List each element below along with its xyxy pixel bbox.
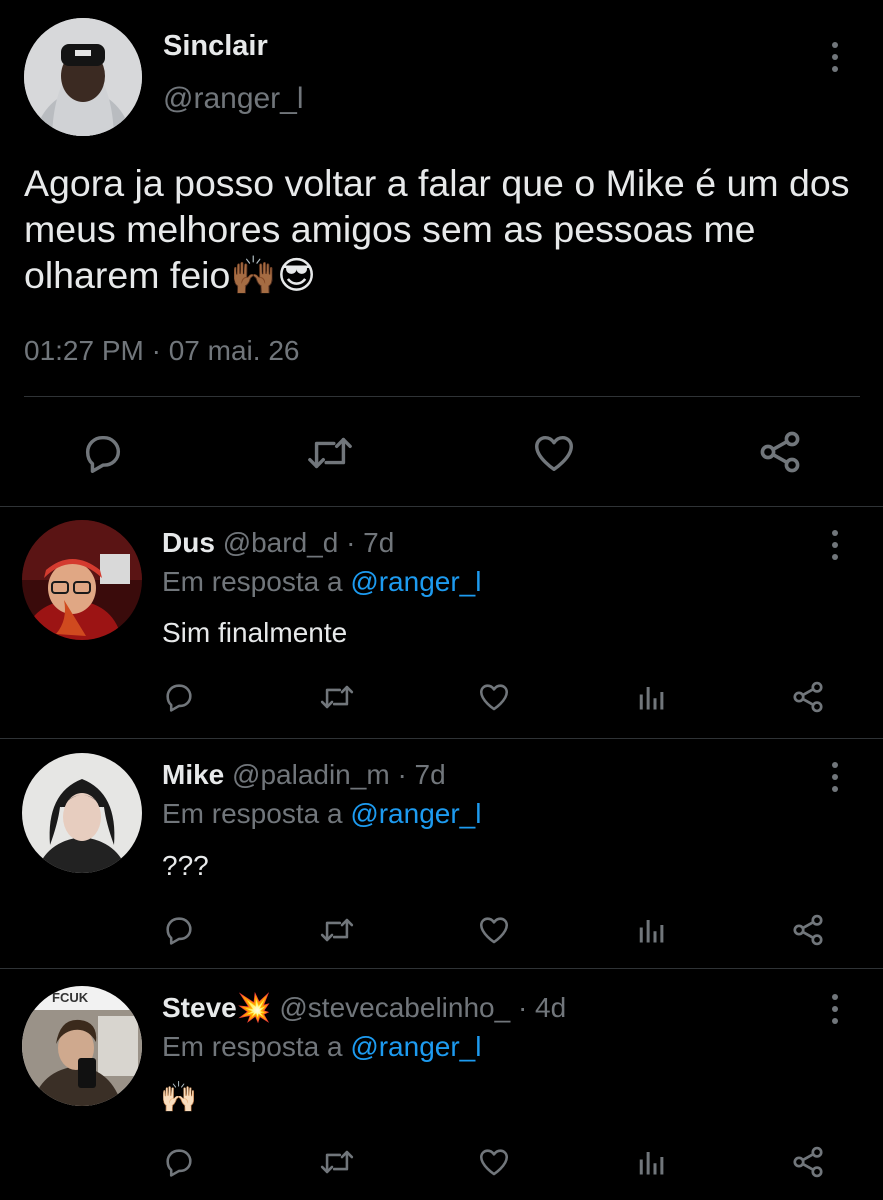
like-icon[interactable]	[476, 1145, 512, 1179]
avatar[interactable]	[24, 18, 142, 136]
reply-header: Steve💥 @stevecabelinho_ · 4d	[162, 991, 566, 1024]
like-icon[interactable]	[476, 913, 512, 947]
reply-icon[interactable]	[162, 680, 196, 714]
share-icon[interactable]	[790, 1144, 826, 1180]
analytics-icon[interactable]	[636, 682, 666, 712]
author-handle[interactable]: @bard_d	[223, 527, 339, 558]
avatar-caption: FCUK	[52, 990, 89, 1005]
share-icon[interactable]	[790, 679, 826, 715]
retweet-icon[interactable]	[305, 430, 355, 476]
author-handle[interactable]: @ranger_l	[163, 82, 304, 116]
more-options-icon[interactable]	[829, 42, 841, 72]
author-handle[interactable]: @stevecabelinho_	[279, 992, 510, 1023]
author-name[interactable]: Steve💥	[162, 992, 272, 1023]
reply-context: Em resposta a @ranger_l	[162, 798, 481, 830]
reply-text: ???	[162, 850, 209, 881]
share-icon[interactable]	[790, 912, 826, 948]
more-options-icon[interactable]	[829, 762, 841, 792]
reply-text: 🙌🏻	[160, 1081, 198, 1114]
like-icon[interactable]	[530, 430, 578, 476]
retweet-icon[interactable]	[318, 1145, 356, 1179]
reply-age[interactable]: · 4d	[518, 992, 566, 1023]
share-icon[interactable]	[756, 428, 804, 476]
more-options-icon[interactable]	[829, 994, 841, 1024]
reply-age[interactable]: · 7d	[346, 527, 394, 558]
reply-age[interactable]: · 7d	[397, 759, 445, 790]
tweet-text: Agora ja posso voltar a falar que o Mike…	[24, 162, 850, 296]
timestamp-divider	[24, 396, 860, 397]
author-name[interactable]: Sinclair	[163, 30, 268, 63]
divider	[0, 738, 883, 739]
reply-to-handle-link[interactable]: @ranger_l	[350, 798, 481, 829]
reply-header: Dus @bard_d · 7d	[162, 527, 394, 559]
author-name[interactable]: Dus	[162, 527, 215, 558]
analytics-icon[interactable]	[636, 915, 666, 945]
author-name[interactable]: Mike	[162, 759, 224, 790]
reply-context: Em resposta a @ranger_l	[162, 566, 481, 598]
reply-icon[interactable]	[162, 913, 196, 947]
avatar[interactable]	[22, 753, 142, 873]
retweet-icon[interactable]	[318, 680, 356, 714]
author-handle[interactable]: @paladin_m	[232, 759, 390, 790]
tweet-timestamp[interactable]: 01:27 PM · 07 mai. 26	[24, 335, 299, 367]
divider	[0, 968, 883, 969]
reply-to-label: Em resposta a	[162, 1031, 343, 1062]
reply-context: Em resposta a @ranger_l	[162, 1031, 481, 1063]
reply-icon[interactable]	[162, 1145, 196, 1179]
reply-header: Mike @paladin_m · 7d	[162, 759, 446, 791]
divider	[0, 506, 883, 507]
analytics-icon[interactable]	[636, 1147, 666, 1177]
reply-icon[interactable]	[80, 430, 126, 476]
avatar[interactable]	[22, 520, 142, 640]
reply-to-handle-link[interactable]: @ranger_l	[350, 1031, 481, 1062]
reply-to-label: Em resposta a	[162, 798, 343, 829]
avatar[interactable]: FCUK	[22, 986, 142, 1106]
reply-to-handle-link[interactable]: @ranger_l	[350, 566, 481, 597]
reply-to-label: Em resposta a	[162, 566, 343, 597]
retweet-icon[interactable]	[318, 913, 356, 947]
reply-text: Sim finalmente	[162, 617, 348, 648]
more-options-icon[interactable]	[829, 530, 841, 560]
like-icon[interactable]	[476, 680, 512, 714]
